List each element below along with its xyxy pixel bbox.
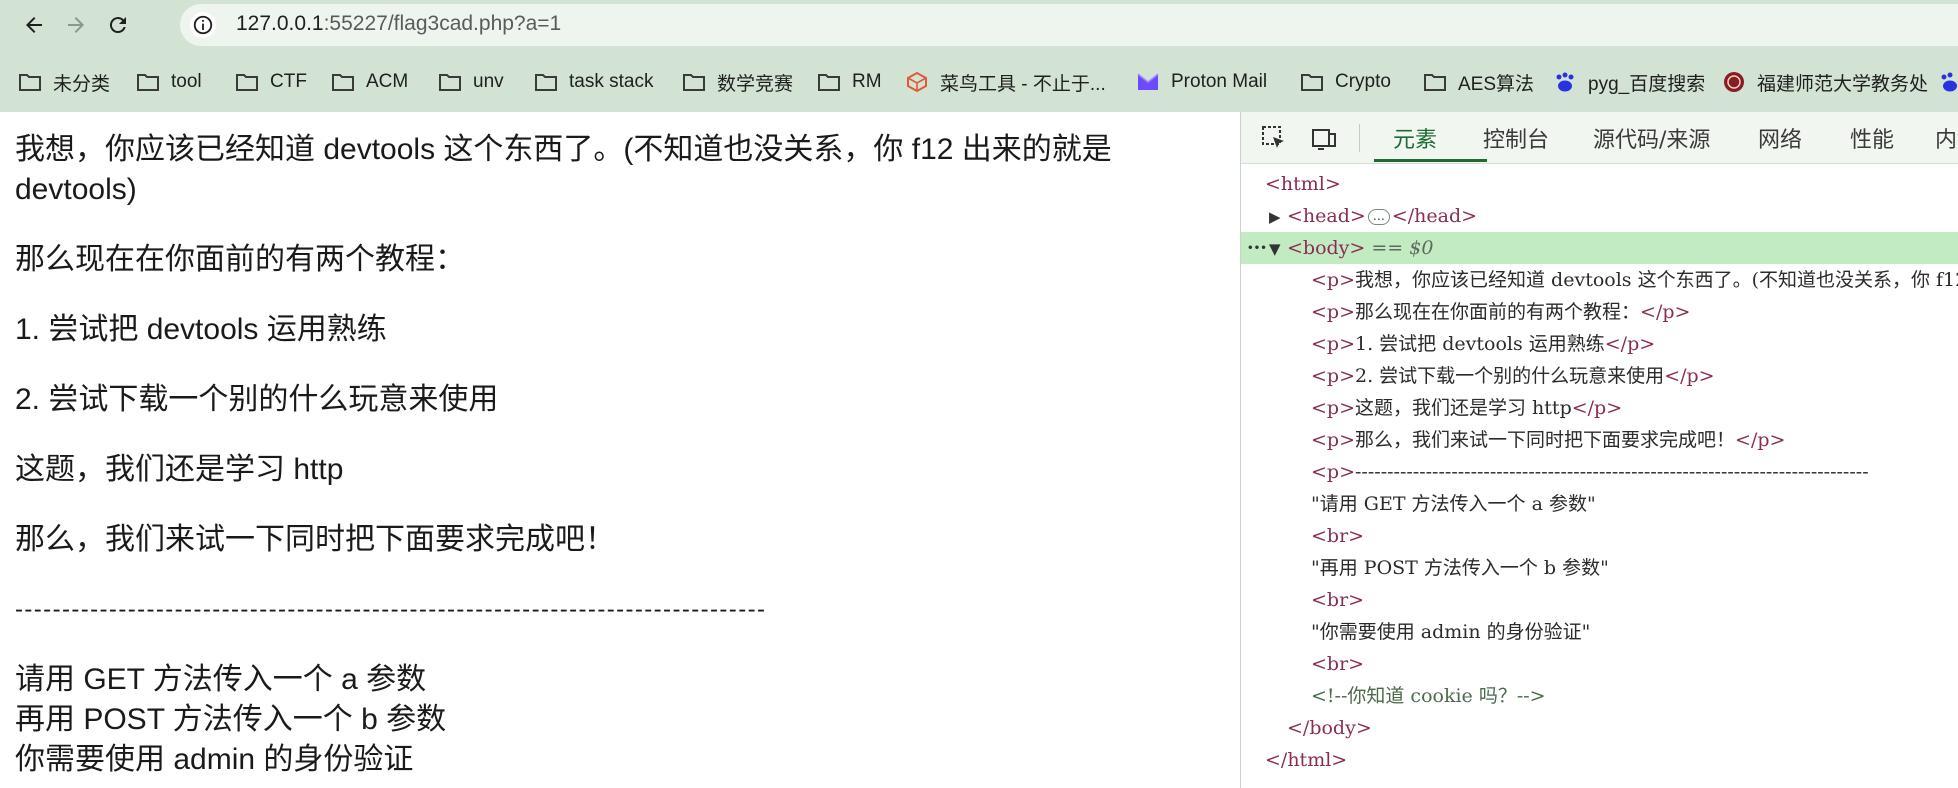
dom-text-post[interactable]: "再用 POST 方法传入一个 b 参数" xyxy=(1241,552,1958,584)
tab-memory[interactable]: 内存 xyxy=(1935,122,1958,154)
site-info-icon[interactable] xyxy=(190,12,216,38)
divider-line: ----------------------------------------… xyxy=(15,596,767,623)
device-toolbar-icon[interactable] xyxy=(1309,124,1339,152)
more-options-icon[interactable]: ··· xyxy=(1247,232,1267,264)
back-button[interactable] xyxy=(16,7,52,43)
toolbar-separator xyxy=(1359,124,1360,152)
bookmark-overflow[interactable] xyxy=(1938,66,1958,98)
devtools-tabbar: 元素 控制台 源代码/来源 网络 性能 内存 xyxy=(1241,112,1958,164)
dom-node-p4[interactable]: <p>2. 尝试下载一个别的什么玩意来使用</p> xyxy=(1241,360,1958,392)
tab-performance[interactable]: 性能 xyxy=(1850,122,1894,154)
dom-node-body-selected[interactable]: ··· ▼ <body> == $0 xyxy=(1241,232,1958,264)
bookmarks-bar: 未分类 tool CTF ACM unv task stack 数学竞赛 RM xyxy=(0,62,1958,102)
runoob-icon xyxy=(905,71,929,93)
requirement-get: 请用 GET 方法传入一个 a 参数 xyxy=(15,663,427,696)
folder-icon xyxy=(331,71,355,93)
folder-icon xyxy=(18,71,42,93)
collapse-triangle-icon[interactable]: ▼ xyxy=(1269,233,1287,264)
paragraph-challenge: 那么，我们来试一下同时把下面要求完成吧！ xyxy=(15,523,615,556)
folder-icon xyxy=(235,71,259,93)
proton-icon xyxy=(1136,71,1160,93)
expand-triangle-icon[interactable]: ▶ xyxy=(1269,201,1287,232)
navigation-row: 127.0.0.1:55227/flag3cad.php?a=1 xyxy=(0,0,1958,50)
folder-icon xyxy=(1423,71,1447,93)
dom-node-p7[interactable]: <p>-------------------------------------… xyxy=(1241,456,1958,488)
requirement-post: 再用 POST 方法传入一个 b 参数 xyxy=(15,703,447,736)
tab-console[interactable]: 控制台 xyxy=(1483,122,1549,154)
bookmark-proton-mail[interactable]: Proton Mail xyxy=(1136,66,1267,98)
devtools-panel: 元素 控制台 源代码/来源 网络 性能 内存 <html> ▶<head>…</… xyxy=(1240,112,1958,788)
forward-button[interactable] xyxy=(58,7,94,43)
paragraph-http: 这题，我们还是学习 http xyxy=(15,453,344,486)
address-bar[interactable]: 127.0.0.1:55227/flag3cad.php?a=1 xyxy=(180,4,1958,46)
bookmark-rm[interactable]: RM xyxy=(817,66,882,98)
bookmark-unsorted[interactable]: 未分类 xyxy=(18,66,110,98)
reload-icon xyxy=(109,17,126,34)
bookmark-crypto[interactable]: Crypto xyxy=(1300,66,1391,98)
paragraph-intro-line2: devtools) xyxy=(15,173,137,206)
tab-sources[interactable]: 源代码/来源 xyxy=(1593,122,1710,154)
folder-icon xyxy=(817,71,841,93)
requirement-admin: 你需要使用 admin 的身份验证 xyxy=(15,743,414,776)
dom-node-p5[interactable]: <p>这题，我们还是学习 http</p> xyxy=(1241,392,1958,424)
browser-chrome: 127.0.0.1:55227/flag3cad.php?a=1 未分类 too… xyxy=(0,0,1958,112)
dom-node-html-close[interactable]: </html> xyxy=(1241,744,1958,776)
bookmark-runoob[interactable]: 菜鸟工具 - 不止于... xyxy=(905,66,1106,98)
paragraph-intro-line1: 我想，你应该已经知道 devtools 这个东西了。(不知道也没关系，你 f12… xyxy=(15,133,1112,166)
active-tab-indicator xyxy=(1374,159,1487,162)
folder-icon xyxy=(534,71,558,93)
dom-comment-cookie[interactable]: <!--你知道 cookie 吗？--> xyxy=(1241,680,1958,712)
bookmark-baidu[interactable]: pyg_百度搜索 xyxy=(1553,66,1705,98)
dom-node-br-3[interactable]: <br> xyxy=(1241,648,1958,680)
reload-button[interactable] xyxy=(100,7,136,43)
bookmark-fjnu[interactable]: 福建师范大学教务处 xyxy=(1722,66,1928,98)
dom-node-p3[interactable]: <p>1. 尝试把 devtools 运用熟练</p> xyxy=(1241,328,1958,360)
page-content: 我想，你应该已经知道 devtools 这个东西了。(不知道也没关系，你 f12… xyxy=(0,112,1240,788)
dom-node-br-2[interactable]: <br> xyxy=(1241,584,1958,616)
dom-text-get[interactable]: "请用 GET 方法传入一个 a 参数" xyxy=(1241,488,1958,520)
university-icon xyxy=(1722,71,1746,93)
bookmark-math-contest[interactable]: 数学竞赛 xyxy=(682,66,793,98)
tab-elements[interactable]: 元素 xyxy=(1393,122,1437,154)
baidu-icon xyxy=(1938,71,1958,93)
folder-icon xyxy=(438,71,462,93)
dom-node-p6[interactable]: <p>那么，我们来试一下同时把下面要求完成吧！</p> xyxy=(1241,424,1958,456)
bookmark-ctf[interactable]: CTF xyxy=(235,66,307,98)
tab-network[interactable]: 网络 xyxy=(1758,122,1802,154)
dom-text-admin[interactable]: "你需要使用 admin 的身份验证" xyxy=(1241,616,1958,648)
bookmark-unv[interactable]: unv xyxy=(438,66,504,98)
dom-tree: <html> ▶ <head>… </head> ··· ▼ <body> == $0 … xyxy=(1241,164,1958,788)
paragraph-step2: 2. 尝试下载一个别的什么玩意来使用 xyxy=(15,383,499,416)
collapsed-ellipsis-icon[interactable]: … xyxy=(1367,209,1390,225)
inspect-element-icon[interactable] xyxy=(1259,124,1289,152)
dom-node-head[interactable]: ▶ <head>… </head> xyxy=(1241,200,1958,232)
bookmark-acm[interactable]: ACM xyxy=(331,66,408,98)
dom-node-p2[interactable]: <p>那么现在在你面前的有两个教程：</p> xyxy=(1241,296,1958,328)
folder-icon xyxy=(1300,71,1324,93)
dom-node-br-1[interactable]: <br> xyxy=(1241,520,1958,552)
bookmark-tool[interactable]: tool xyxy=(136,66,202,98)
paragraph-tutorials: 那么现在在你面前的有两个教程： xyxy=(15,243,465,276)
paragraph-step1: 1. 尝试把 devtools 运用熟练 xyxy=(15,313,387,346)
forward-arrow-icon xyxy=(68,17,84,33)
dom-node-p1[interactable]: <p>我想，你应该已经知道 devtools 这个东西了。(不知道也没关系，你 … xyxy=(1241,264,1958,296)
url-text: 127.0.0.1:55227/flag3cad.php?a=1 xyxy=(236,12,562,35)
folder-icon xyxy=(682,71,706,93)
bookmark-aes[interactable]: AES算法 xyxy=(1423,66,1534,98)
folder-icon xyxy=(136,71,160,93)
bookmark-task-stack[interactable]: task stack xyxy=(534,66,653,98)
dom-node-body-close[interactable]: </body> xyxy=(1241,712,1958,744)
dom-node-html[interactable]: <html> xyxy=(1241,168,1958,200)
back-arrow-icon xyxy=(26,17,42,33)
baidu-icon xyxy=(1553,71,1577,93)
